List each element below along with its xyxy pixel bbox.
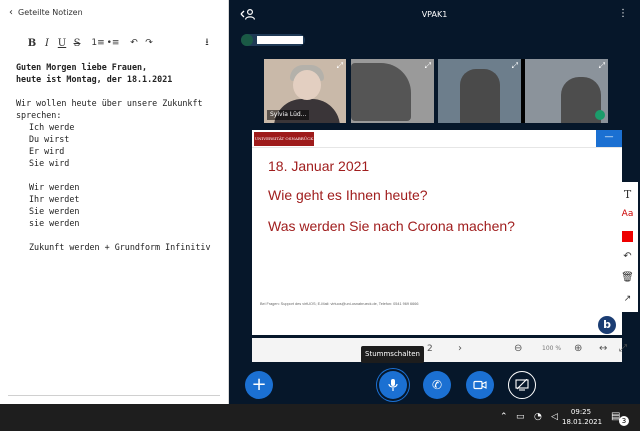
download-icon[interactable]: ⭳ [200,36,214,50]
meeting-title: VPAK1 [421,10,448,19]
notes-blank-line [16,169,226,181]
blurred-region [460,69,500,123]
redo-button[interactable]: ↷ [142,36,156,50]
zoom-level[interactable]: 100 % [542,343,561,355]
notes-blank-line [16,229,226,241]
shared-notes-panel: ‹ Geteilte Notizen B I U S 1≡ •≡ ↶ ↷ ⭳ G… [0,0,229,404]
notes-line: Guten Morgen liebe Frauen, [16,62,148,72]
presentation-slide: UNIVERSITÄT OSNABRÜCK — 18. Januar 2021 … [252,130,622,335]
expand-icon[interactable]: ⤢ [599,62,605,70]
screenshare-button[interactable] [508,371,536,399]
font-size-icon[interactable]: Aa [617,204,638,224]
screenshare-off-icon [515,379,529,391]
wifi-icon[interactable]: ◔ [534,412,542,422]
slide-question-1: Wie geht es Ihnen heute? [268,187,428,203]
presentation-controls: 2 › ⊖ 100 % ⊕ ↔ ⤢ [252,338,627,362]
mic-status-icon [595,110,605,120]
notes-line: Ihr werdet [29,194,80,204]
ordered-list-button[interactable]: 1≡ [91,36,105,50]
notes-editor[interactable]: Guten Morgen liebe Frauen, heute ist Mont… [16,61,226,253]
notes-line: Er wird [29,146,65,156]
minimize-presentation-button[interactable]: — [596,130,622,147]
zoom-in-icon[interactable]: ⊕ [574,343,582,355]
next-slide-icon[interactable]: › [458,343,462,355]
university-logo: UNIVERSITÄT OSNABRÜCK [254,132,314,146]
underline-button[interactable]: U [55,36,69,50]
redacted-name [257,36,303,44]
notes-line: Wir werden [29,182,80,192]
multi-user-whiteboard-icon[interactable]: ↗ [617,289,638,309]
system-clock[interactable]: 09:25 18.01.2021 [562,407,603,427]
fullscreen-icon[interactable]: ⤢ [619,343,627,355]
undo-button[interactable]: ↶ [127,36,141,50]
video-name-tag: Sylvia Lüd... [267,110,310,120]
video-person-face [293,70,321,100]
notes-line: Du wirst [29,134,70,144]
video-tile-2[interactable]: ⤢ [351,59,434,123]
notes-line: Sie werden [29,206,80,216]
expand-icon[interactable]: ⤢ [337,62,343,70]
strikethrough-button[interactable]: S [70,36,84,50]
trash-icon[interactable]: 🗑 [617,267,638,287]
notes-line: Wir wollen heute über unsere Zukunkft [16,98,203,108]
volume-icon[interactable]: ◁ [551,412,558,422]
actions-plus-button[interactable]: + [245,371,273,399]
microphone-button[interactable] [379,371,407,399]
notes-line: Ich werde [29,122,75,132]
chevron-left-icon: ‹ [9,6,13,18]
slide-header: UNIVERSITÄT OSNABRÜCK — [252,130,622,148]
notes-line: heute ist Montag, der 18.1.2021 [16,74,173,84]
undo-annotation-icon[interactable]: ↶ [617,246,638,266]
camera-button[interactable] [466,371,494,399]
mute-tooltip: Stummschalten [361,346,424,363]
camera-icon [473,380,487,390]
clock-date: 18.01.2021 [562,418,603,426]
bullet-list-button[interactable]: •≡ [106,36,120,50]
blurred-region [351,63,411,121]
network-icon[interactable]: ▭ [516,412,525,422]
notes-title: Geteilte Notizen [18,7,83,17]
zoom-out-icon[interactable]: ⊖ [514,343,522,355]
video-tile-3[interactable]: ⤢ [438,59,521,123]
notes-blank-line [16,85,226,97]
page-number[interactable]: 2 [427,343,433,355]
video-tile-4[interactable]: ⤢ [525,59,608,123]
notification-count-badge: 3 [619,416,629,426]
talking-indicator [241,34,305,46]
fit-width-icon[interactable]: ↔ [599,343,607,355]
bbb-logo-icon: b [598,316,616,334]
clock-time: 09:25 [570,408,592,416]
notes-line: Zukunft werden + Grundform Infinitiv [29,242,211,252]
microphone-icon [388,379,398,391]
slide-date: 18. Januar 2021 [268,158,370,174]
show-hidden-icons-icon[interactable]: ⌃ [500,412,508,422]
video-tile-1[interactable]: ⤢ Sylvia Lüd... [264,59,346,123]
slide-question-2: Was werden Sie nach Corona machen? [268,218,515,234]
notes-line: Sie wird [29,158,70,168]
notes-line: sie werden [29,218,80,228]
more-options-icon[interactable]: ⋮ [618,9,628,19]
slide-footer: Bei Fragen: Support des virtUOS; E-Mail:… [260,302,419,306]
notes-toolbar: B I U S 1≡ •≡ ↶ ↷ ⭳ [25,36,215,50]
expand-icon[interactable]: ⤢ [425,62,431,70]
windows-taskbar: ⌃ ▭ ◔ ◁ 09:25 18.01.2021 ▤ [0,404,640,431]
audio-phone-button[interactable]: ✆ [423,371,451,399]
notes-line: sprechen: [16,110,62,120]
bold-button[interactable]: B [25,36,39,50]
color-swatch [622,230,633,242]
divider [8,395,220,396]
meeting-area: VPAK1 ⋮ ⤢ Sylvia Lüd... ⤢ ⤢ ⤢ UNIVERSITÄ… [229,0,640,404]
expand-icon[interactable]: ⤢ [512,62,518,70]
italic-button[interactable]: I [40,36,54,50]
notes-back-link[interactable]: ‹ Geteilte Notizen [9,5,83,19]
whiteboard-toolbar: T Aa ↶ 🗑 ↗ [617,182,638,312]
avatar [241,34,253,46]
text-tool-icon[interactable]: T [617,184,638,204]
color-picker-icon[interactable] [617,226,638,246]
